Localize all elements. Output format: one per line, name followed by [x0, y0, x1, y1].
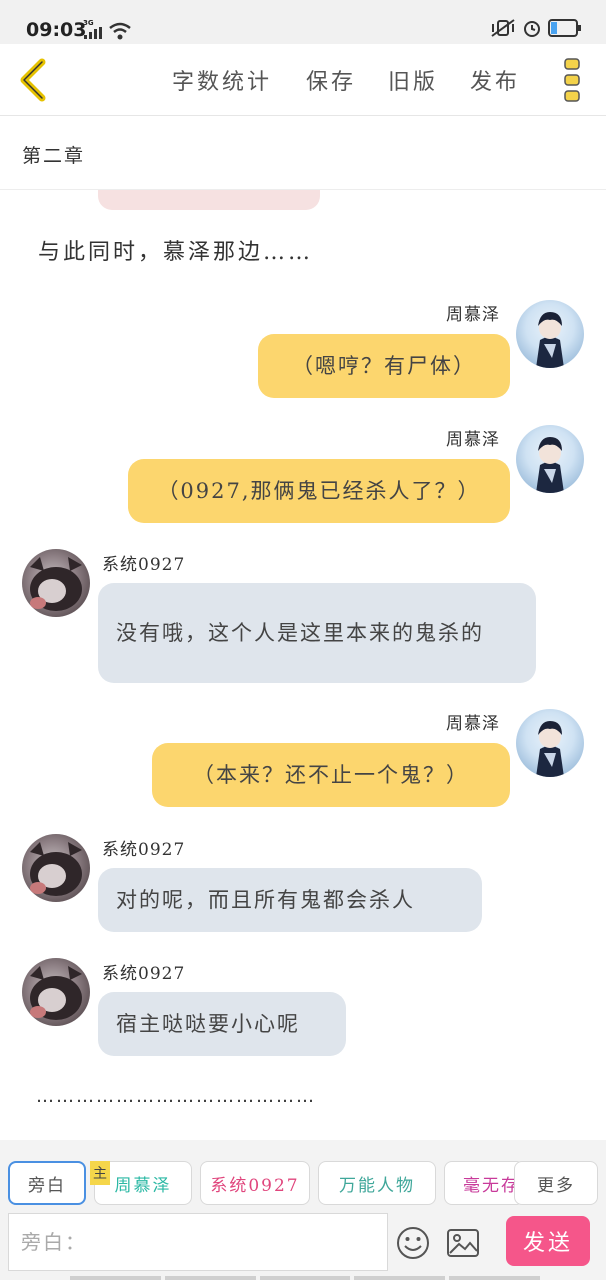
more-menu-icon[interactable] [562, 56, 584, 104]
emoji-icon[interactable] [396, 1226, 430, 1260]
speaker-name: 系统0927 [102, 964, 186, 984]
message-bubble[interactable]: 没有哦，这个人是这里本来的鬼杀的 [98, 583, 536, 683]
battery-icon [548, 19, 581, 37]
speaker-name: 周慕泽 [446, 430, 500, 450]
alarm-icon [524, 21, 540, 37]
avatar[interactable] [22, 834, 90, 902]
chapter-title: 第二章 [22, 145, 86, 167]
role-chip-partial[interactable]: 毫无存 [444, 1161, 524, 1205]
previous-bubble-remnant [98, 190, 320, 210]
speaker-name: 周慕泽 [446, 305, 500, 325]
narration-ellipsis[interactable]: …………………………………… [36, 1086, 316, 1107]
editor-toolbar: 字数统计 保存 旧版 发布 [0, 44, 606, 116]
avatar[interactable] [516, 425, 584, 493]
message-bubble[interactable]: （0927,那俩鬼已经杀人了？） [128, 459, 510, 523]
status-bar: 09:03 3G [0, 0, 606, 44]
speaker-name: 周慕泽 [446, 714, 500, 734]
send-button[interactable]: 发送 [506, 1216, 590, 1266]
status-time: 09:03 [26, 19, 87, 41]
message-bubble[interactable]: （嗯哼？有尸体） [258, 334, 510, 398]
speaker-name: 系统0927 [102, 555, 186, 575]
mute-vibrate-icon [491, 19, 515, 37]
narration-text[interactable]: 与此同时，慕泽那边…… [38, 234, 313, 266]
message-bubble[interactable]: （本来？还不止一个鬼？） [152, 743, 510, 807]
cat-portrait-icon [30, 842, 82, 896]
character-portrait-icon [536, 721, 564, 777]
network-type: 3G [83, 19, 94, 27]
cat-portrait-icon [30, 557, 82, 611]
more-roles-button[interactable]: 更多 [514, 1161, 598, 1205]
main-character-tag: 主 [90, 1161, 110, 1185]
avatar[interactable] [516, 709, 584, 777]
bottom-dividers [70, 1276, 540, 1280]
message-input[interactable] [9, 1214, 387, 1270]
back-arrow-icon[interactable] [14, 56, 54, 104]
message-bubble[interactable]: 宿主哒哒要小心呢 [98, 992, 346, 1056]
image-icon[interactable] [446, 1226, 480, 1260]
avatar[interactable] [516, 300, 584, 368]
wifi-icon [109, 22, 131, 40]
cat-portrait-icon [30, 966, 82, 1020]
role-chip-universal[interactable]: 万能人物 [318, 1161, 436, 1205]
word-count-button[interactable]: 字数统计 [172, 64, 272, 96]
chapter-header[interactable]: 第二章 [0, 116, 606, 190]
character-portrait-icon [536, 312, 564, 368]
save-button[interactable]: 保存 [306, 64, 356, 96]
role-narrator-chip[interactable]: 旁白 [8, 1161, 86, 1205]
speaker-name: 系统0927 [102, 840, 186, 860]
publish-button[interactable]: 发布 [470, 64, 520, 96]
message-input-box[interactable] [8, 1213, 388, 1271]
avatar[interactable] [22, 549, 90, 617]
character-portrait-icon [536, 437, 564, 493]
role-chip-system[interactable]: 系统0927 [200, 1161, 310, 1205]
signal-icon [84, 27, 102, 39]
avatar[interactable] [22, 958, 90, 1026]
old-version-button[interactable]: 旧版 [388, 64, 438, 96]
message-bubble[interactable]: 对的呢，而且所有鬼都会杀人 [98, 868, 482, 932]
